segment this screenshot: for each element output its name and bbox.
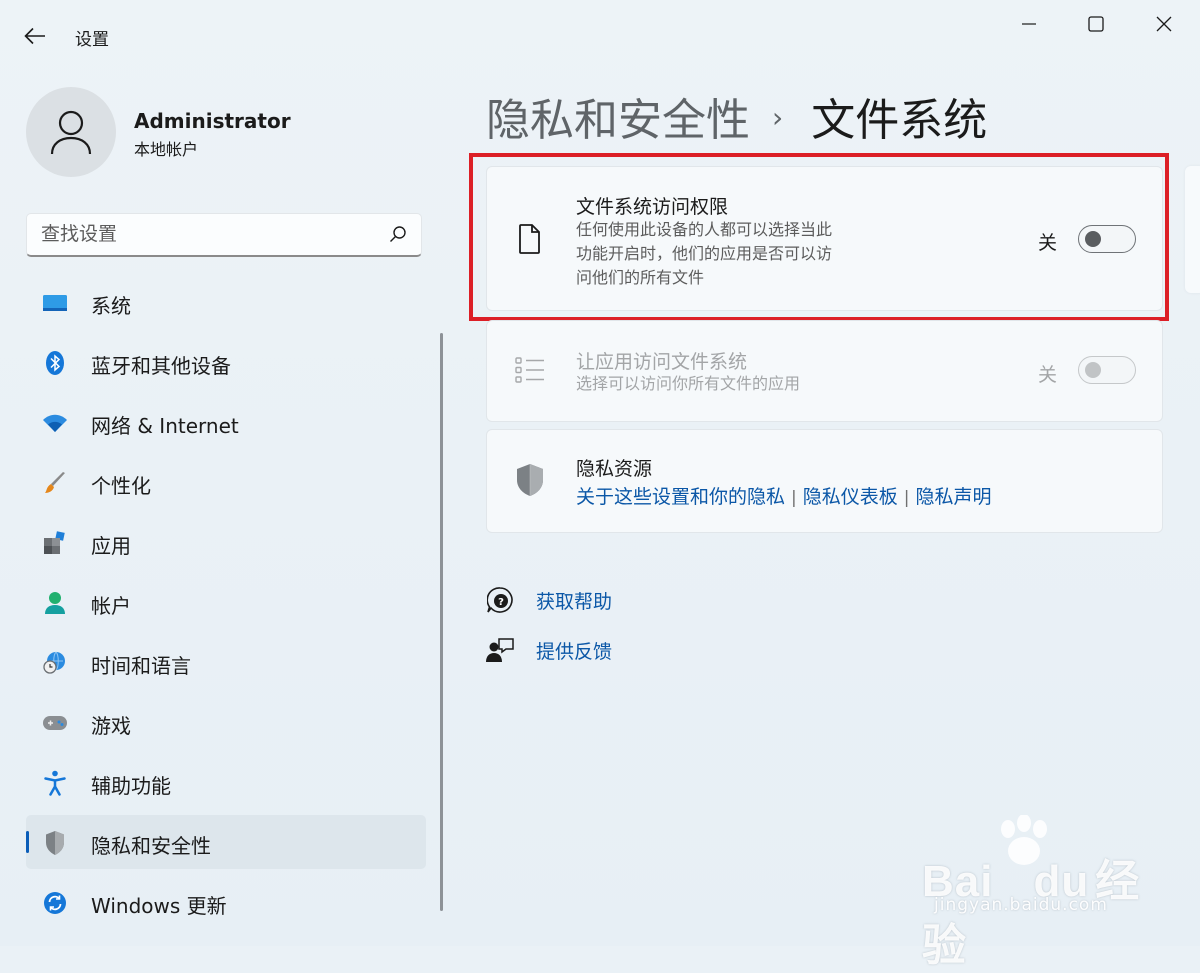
sidebar-item-accounts[interactable]: 帐户: [26, 575, 426, 629]
title-bar: 设置: [0, 0, 1200, 72]
sidebar-item-bluetooth[interactable]: 蓝牙和其他设备: [26, 335, 426, 389]
close-icon: [1156, 16, 1172, 32]
gamepad-icon: [42, 710, 68, 736]
toggle-knob: [1085, 362, 1101, 378]
maximize-icon: [1088, 16, 1104, 32]
link-divider: |: [903, 488, 910, 508]
settings-window: 设置 Administrator 本地帐户 系统: [0, 0, 1200, 970]
sidebar-item-label: 辅助功能: [91, 774, 171, 798]
sidebar-item-windows-update[interactable]: Windows 更新: [26, 875, 426, 929]
shield-icon: [42, 830, 68, 856]
sidebar-item-label: 帐户: [91, 594, 131, 618]
search-icon[interactable]: [389, 225, 407, 243]
setting-title: 让应用访问文件系统: [576, 351, 748, 373]
watermark-url: jingyan.baidu.com: [934, 895, 1108, 915]
offscreen-card: [1185, 166, 1200, 293]
sidebar-item-label: 应用: [91, 534, 131, 558]
get-help-link[interactable]: ? 获取帮助: [486, 583, 612, 617]
back-arrow-icon: [24, 27, 45, 45]
breadcrumb-separator: ›: [772, 100, 784, 134]
highlight-box: [469, 153, 1169, 321]
get-help-label: 获取帮助: [536, 590, 613, 613]
app-file-access-card: 让应用访问文件系统 选择可以访问你所有文件的应用 关: [486, 320, 1163, 422]
sidebar-item-label: 个性化: [91, 474, 151, 498]
privacy-resources-card: 隐私资源 关于这些设置和你的隐私 | 隐私仪表板 | 隐私声明: [486, 429, 1163, 533]
accessibility-icon: [42, 770, 68, 796]
sidebar-item-system[interactable]: 系统: [26, 275, 426, 329]
wifi-icon: [42, 410, 68, 436]
svg-text:?: ?: [498, 597, 504, 608]
sidebar-item-personalization[interactable]: 个性化: [26, 455, 426, 509]
sidebar-item-label: 隐私和安全性: [91, 834, 211, 858]
sidebar-item-accessibility[interactable]: 辅助功能: [26, 755, 426, 809]
sidebar-item-apps[interactable]: 应用: [26, 515, 426, 569]
app-title: 设置: [75, 30, 109, 50]
person-icon: [42, 590, 68, 616]
toggle-state-label: 关: [1038, 364, 1058, 386]
sidebar-item-label: 系统: [91, 294, 131, 318]
breadcrumb: 隐私和安全性 › 文件系统: [486, 84, 987, 148]
help-chat-icon: ?: [486, 586, 514, 614]
sidebar-item-label: 时间和语言: [91, 654, 191, 678]
sidebar-item-label: Windows 更新: [91, 894, 227, 918]
setting-title: 隐私资源: [576, 458, 653, 480]
person-icon: [50, 110, 92, 155]
search-input[interactable]: [41, 223, 361, 245]
privacy-dashboard-link[interactable]: 隐私仪表板: [803, 486, 898, 508]
close-button[interactable]: [1141, 10, 1187, 38]
about-privacy-link[interactable]: 关于这些设置和你的隐私: [576, 486, 785, 508]
bluetooth-icon: [42, 350, 68, 376]
privacy-statement-link[interactable]: 隐私声明: [916, 486, 992, 508]
selection-indicator: [26, 831, 29, 853]
apps-icon: [42, 530, 68, 556]
privacy-links: 关于这些设置和你的隐私 | 隐私仪表板 | 隐私声明: [576, 482, 992, 509]
update-icon: [42, 890, 68, 916]
feedback-icon: [486, 636, 514, 664]
monitor-icon: [42, 290, 68, 316]
minimize-button[interactable]: [1006, 10, 1052, 38]
user-name: Administrator: [134, 109, 291, 133]
avatar[interactable]: [26, 87, 116, 177]
list-icon: [515, 353, 545, 387]
feedback-link[interactable]: 提供反馈: [486, 633, 612, 667]
sidebar-scrollbar[interactable]: [440, 333, 443, 911]
feedback-label: 提供反馈: [536, 640, 613, 663]
sidebar-nav: 系统 蓝牙和其他设备 网络 & Internet 个性化 应用 帐户 时间和语言…: [26, 275, 426, 935]
sidebar-item-time-language[interactable]: 时间和语言: [26, 635, 426, 689]
sidebar-item-label: 游戏: [91, 714, 131, 738]
breadcrumb-parent[interactable]: 隐私和安全性: [486, 95, 750, 146]
search-box[interactable]: [26, 213, 422, 257]
link-divider: |: [791, 488, 797, 508]
minimize-icon: [1022, 23, 1036, 25]
sidebar-item-gaming[interactable]: 游戏: [26, 695, 426, 749]
page-title: 文件系统: [811, 95, 988, 146]
brush-icon: [42, 470, 68, 496]
sidebar-item-label: 网络 & Internet: [91, 414, 239, 438]
maximize-button[interactable]: [1073, 10, 1119, 38]
sidebar-item-label: 蓝牙和其他设备: [91, 354, 231, 378]
globe-clock-icon: [42, 650, 68, 676]
sidebar-item-privacy-security[interactable]: 隐私和安全性: [26, 815, 426, 869]
sidebar-item-network[interactable]: 网络 & Internet: [26, 395, 426, 449]
setting-description: 选择可以访问你所有文件的应用: [576, 374, 801, 393]
shield-icon: [515, 463, 545, 497]
baidu-watermark: Bai du 经验 jingyan.baidu.com: [922, 815, 1162, 970]
app-file-access-toggle[interactable]: [1078, 356, 1136, 384]
account-type: 本地帐户: [134, 140, 199, 159]
back-button[interactable]: [20, 22, 50, 50]
